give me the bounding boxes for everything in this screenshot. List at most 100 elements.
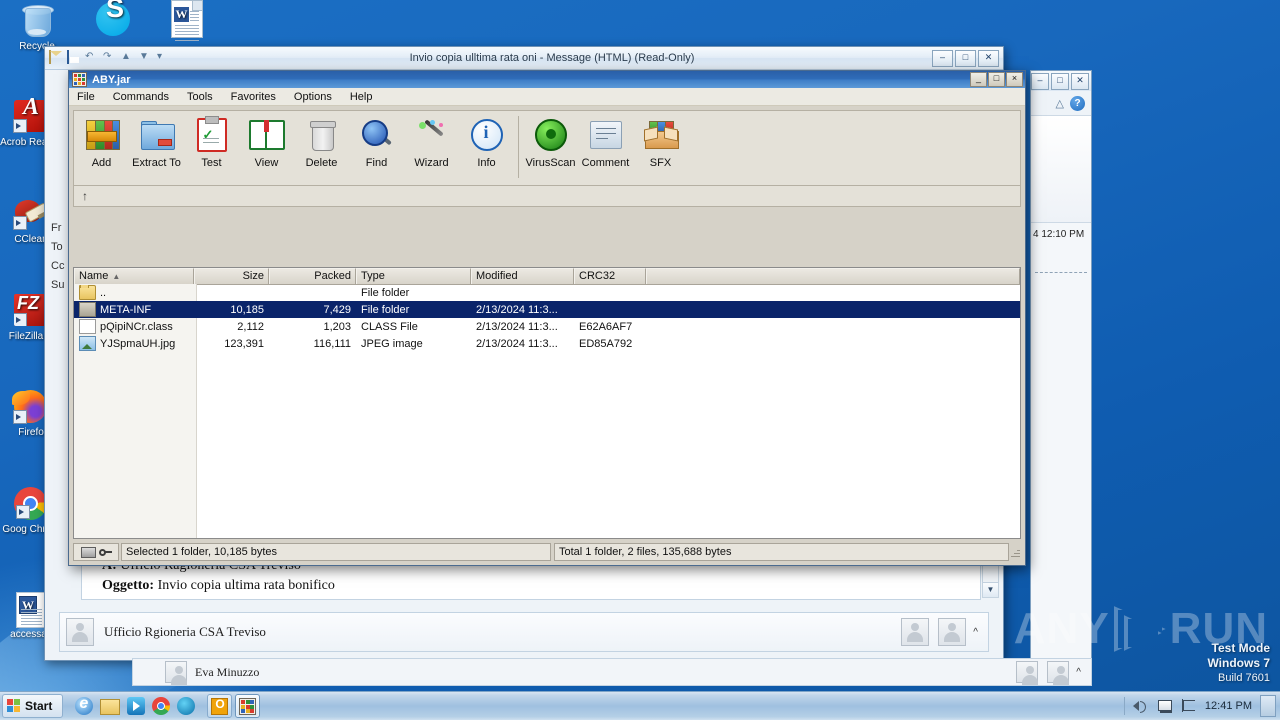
network-icon[interactable] xyxy=(1157,699,1173,713)
taskbar[interactable]: Start 12:41 PM xyxy=(0,691,1280,720)
edge-icon[interactable] xyxy=(177,697,196,715)
winrar-menubar[interactable]: File Commands Tools Favorites Options He… xyxy=(69,88,1025,106)
avatar[interactable] xyxy=(1016,661,1039,685)
body-label-subject: Oggetto: xyxy=(102,578,155,593)
message-body-line: Oggetto: Invio copia ultima rata bonific… xyxy=(82,576,980,596)
taskbar-clock[interactable]: 12:41 PM xyxy=(1205,700,1252,712)
start-button[interactable]: Start xyxy=(2,694,64,718)
close-button[interactable]: ✕ xyxy=(1071,72,1089,90)
taskbar-button-winrar[interactable] xyxy=(235,694,261,718)
close-button[interactable]: ✕ xyxy=(978,49,999,67)
internet-explorer-icon[interactable] xyxy=(75,695,94,715)
toolbar-button-delete[interactable]: Delete xyxy=(294,114,349,169)
table-row[interactable]: YJSpmaUH.jpg 123,391 116,111 JPEG image … xyxy=(74,335,1020,352)
expand-button[interactable]: ^ xyxy=(1072,667,1085,678)
chevron-up-icon[interactable]: △ xyxy=(1056,97,1064,110)
toolbar-button-virusscan[interactable]: VirusScan xyxy=(523,114,578,169)
desktop-icon-skype[interactable] xyxy=(82,2,144,39)
menu-item-commands[interactable]: Commands xyxy=(113,91,169,103)
envelope-icon[interactable] xyxy=(49,49,64,66)
help-icon[interactable]: ? xyxy=(1070,95,1085,111)
status-icons[interactable] xyxy=(73,543,119,561)
desktop-icon-word-document[interactable]: W xyxy=(156,0,218,41)
maximize-button[interactable]: □ xyxy=(988,72,1005,87)
scroll-down-button[interactable]: ▼ xyxy=(983,582,998,597)
sort-ascending-icon: ▲ xyxy=(112,272,121,281)
toolbar-button-comment[interactable]: Comment xyxy=(578,114,633,169)
winrar-titlebar[interactable]: ABY.jar _ □ × xyxy=(69,71,1025,88)
undo-icon[interactable]: ↶ xyxy=(85,51,100,66)
expand-people-pane-button[interactable]: ^ xyxy=(969,627,982,638)
avatar[interactable] xyxy=(1047,661,1070,685)
winrar-navigation-bar[interactable]: ↑ xyxy=(73,186,1021,207)
column-header-crc32[interactable]: CRC32 xyxy=(574,268,646,284)
column-header-modified[interactable]: Modified xyxy=(471,268,574,284)
background-window-toolbar[interactable]: △ ? xyxy=(1031,91,1091,116)
second-people-pane[interactable]: Eva Minuzzo ^ xyxy=(132,658,1092,686)
file-list-header[interactable]: Name ▲ Size Packed Type Modified CRC32 xyxy=(74,268,1020,285)
windows-explorer-icon[interactable] xyxy=(100,699,121,715)
redo-icon[interactable]: ↷ xyxy=(103,51,118,66)
table-row[interactable]: META-INF 10,185 7,429 File folder 2/13/2… xyxy=(74,301,1020,318)
column-header-name[interactable]: Name ▲ xyxy=(74,268,194,284)
outlook-titlebar[interactable]: ↶ ↷ ▲ ▼ ▾ Invio copia ulltima rata oni -… xyxy=(45,47,1003,70)
flag-icon[interactable] xyxy=(1181,699,1197,713)
close-button[interactable]: × xyxy=(1006,72,1023,87)
show-desktop-button[interactable] xyxy=(1260,695,1276,717)
up-one-level-icon[interactable]: ↑ xyxy=(74,187,96,205)
media-player-icon[interactable] xyxy=(127,697,146,715)
toolbar-label: Comment xyxy=(581,157,630,169)
desktop-icon-recycle-bin[interactable]: Recycle xyxy=(6,4,68,52)
resize-grip[interactable] xyxy=(1009,543,1021,561)
winrar-file-list[interactable]: Name ▲ Size Packed Type Modified CRC32 ..… xyxy=(73,267,1021,539)
toolbar-button-test[interactable]: ✓ Test xyxy=(184,114,239,169)
toolbar-button-sfx[interactable]: SFX xyxy=(633,114,688,169)
quick-launch-bar[interactable] xyxy=(75,695,196,715)
restore-button[interactable]: □ xyxy=(955,49,976,67)
chrome-icon[interactable] xyxy=(152,697,171,715)
toolbar-button-wizard[interactable]: Wizard xyxy=(404,114,459,169)
background-window-titlebar[interactable]: – □ ✕ xyxy=(1031,71,1091,91)
table-row[interactable]: .. File folder xyxy=(74,284,1020,301)
menu-item-options[interactable]: Options xyxy=(294,91,332,103)
column-header-packed[interactable]: Packed xyxy=(269,268,356,284)
column-header-type[interactable]: Type xyxy=(356,268,471,284)
taskbar-buttons[interactable] xyxy=(207,694,261,718)
system-tray[interactable]: 12:41 PM xyxy=(1123,692,1280,720)
minimize-button[interactable]: – xyxy=(1031,72,1049,90)
save-icon[interactable] xyxy=(67,49,82,66)
menu-item-tools[interactable]: Tools xyxy=(187,91,213,103)
winrar-window[interactable]: ABY.jar _ □ × File Commands Tools Favori… xyxy=(68,70,1026,566)
menu-item-help[interactable]: Help xyxy=(350,91,373,103)
taskbar-button-outlook[interactable] xyxy=(207,694,233,718)
second-people-pane-actions[interactable]: ^ xyxy=(1010,661,1091,685)
avatar[interactable] xyxy=(901,618,930,646)
menu-item-favorites[interactable]: Favorites xyxy=(231,91,276,103)
quick-access-toolbar[interactable]: ↶ ↷ ▲ ▼ ▾ xyxy=(45,49,172,66)
background-window[interactable]: – □ ✕ △ ? 4 12:10 PM xyxy=(1030,70,1092,682)
column-header-size[interactable]: Size xyxy=(194,268,269,284)
menu-item-file[interactable]: File xyxy=(77,91,95,103)
toolbar-button-extract-to[interactable]: Extract To xyxy=(129,114,184,169)
winrar-window-buttons[interactable]: _ □ × xyxy=(970,72,1025,87)
restore-button[interactable]: □ xyxy=(1051,72,1069,90)
outlook-window-buttons[interactable]: – □ ✕ xyxy=(932,49,1003,67)
toolbar-button-find[interactable]: Find xyxy=(349,114,404,169)
outlook-people-pane[interactable]: Ufficio Rgioneria CSA Treviso ^ xyxy=(59,612,989,652)
volume-icon[interactable] xyxy=(1132,699,1149,713)
file-list-rows[interactable]: .. File folder META-INF 10,185 7,429 Fil… xyxy=(74,284,1020,538)
minimize-button[interactable]: _ xyxy=(970,72,987,87)
avatar[interactable] xyxy=(938,618,967,646)
table-row[interactable]: pQipiNCr.class 2,112 1,203 CLASS File 2/… xyxy=(74,318,1020,335)
toolbar-button-view[interactable]: View xyxy=(239,114,294,169)
toolbar-button-add[interactable]: Add xyxy=(74,114,129,169)
next-item-icon[interactable]: ▼ xyxy=(139,51,154,66)
winrar-toolbar[interactable]: Add Extract To ✓ Test View Delete Find W… xyxy=(73,110,1021,186)
cell-name: .. xyxy=(74,285,194,300)
previous-item-icon[interactable]: ▲ xyxy=(121,51,136,66)
customize-icon[interactable]: ▾ xyxy=(157,51,172,66)
find-magnifier-icon xyxy=(349,114,404,156)
minimize-button[interactable]: – xyxy=(932,49,953,67)
people-pane-actions[interactable]: ^ xyxy=(895,618,988,646)
toolbar-button-info[interactable]: Info xyxy=(459,114,514,169)
